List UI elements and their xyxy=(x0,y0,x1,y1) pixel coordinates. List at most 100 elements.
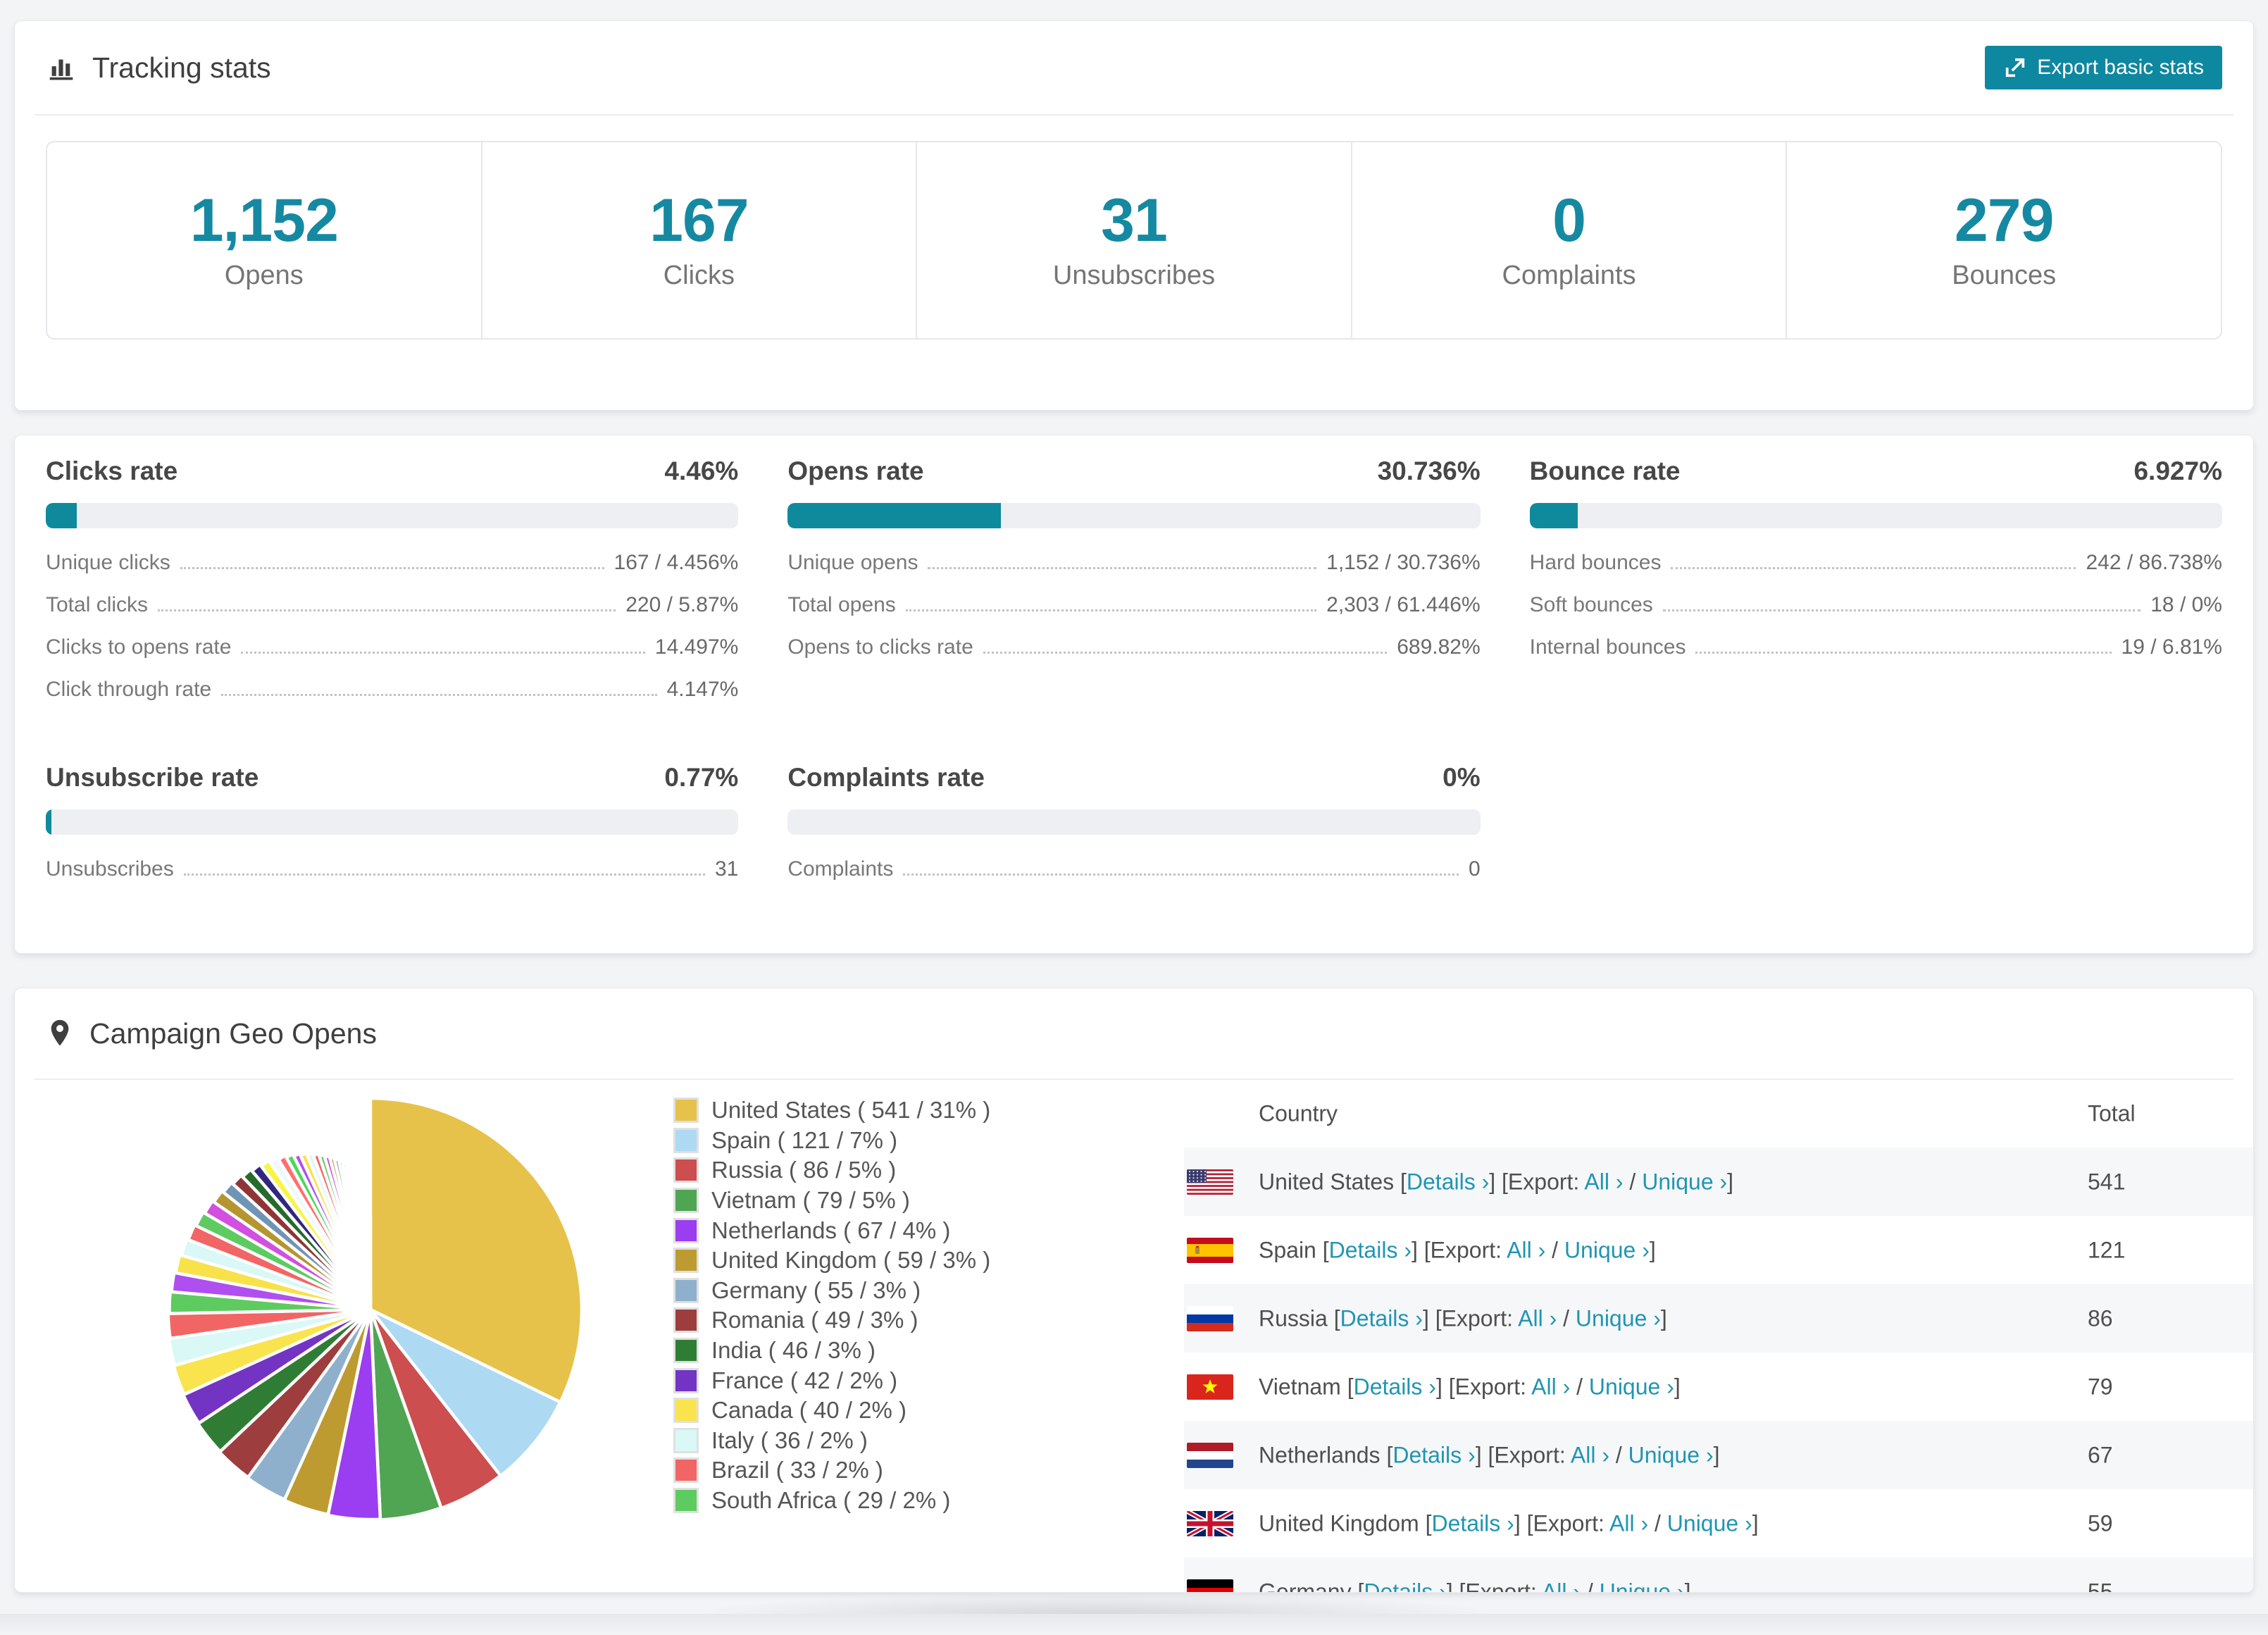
legend-item-vietnam[interactable]: Vietnam ( 79 / 5% ) xyxy=(673,1186,990,1216)
legend-color-swatch xyxy=(673,1217,699,1243)
export-unique-link[interactable]: Unique › xyxy=(1628,1442,1714,1467)
legend-item-netherlands[interactable]: Netherlands ( 67 / 4% ) xyxy=(673,1215,990,1245)
export-unique-link[interactable]: Unique › xyxy=(1589,1374,1674,1399)
legend-color-swatch xyxy=(673,1157,699,1183)
rate-title-row: Bounce rate 6.927% xyxy=(1530,456,2222,486)
details-link[interactable]: Details › xyxy=(1407,1169,1489,1194)
detail-label: Soft bounces xyxy=(1529,593,1653,616)
bar-chart-icon xyxy=(46,51,78,84)
dotted-leader xyxy=(158,609,616,611)
legend-label: Vietnam ( 79 / 5% ) xyxy=(711,1187,910,1214)
export-all-link[interactable]: All › xyxy=(1571,1442,1609,1467)
country-name: United Kingdom xyxy=(1259,1510,1419,1536)
rate-title-row: Clicks rate 4.46% xyxy=(46,456,738,486)
export-all-link[interactable]: All › xyxy=(1507,1237,1545,1262)
flag-icon-us xyxy=(1187,1169,1233,1195)
rate-title: Bounce rate xyxy=(1529,456,1681,485)
rate-rows: Hard bounces 242 / 86.738% Soft bounces 18 … xyxy=(1530,551,2222,659)
export-all-link[interactable]: All › xyxy=(1542,1579,1581,1592)
rate-rows: Unique opens 1,152 / 30.736% Total opens 2,… xyxy=(787,551,1480,659)
legend-color-swatch xyxy=(673,1127,699,1153)
total-cell: 541 xyxy=(2088,1169,2126,1194)
details-link[interactable]: Details › xyxy=(1364,1579,1446,1592)
total-cell: 79 xyxy=(2088,1374,2113,1399)
legend-item-germany[interactable]: Germany ( 55 / 3% ) xyxy=(673,1276,990,1306)
export-unique-link[interactable]: Unique › xyxy=(1667,1510,1752,1536)
rate-value: 30.736% xyxy=(1377,456,1481,485)
column-header-total: Total xyxy=(2088,1100,2136,1126)
detail-label: Internal bounces xyxy=(1529,635,1686,659)
dotted-leader xyxy=(180,567,604,569)
detail-label: Opens to clicks rate xyxy=(787,635,973,659)
export-unique-link[interactable]: Unique › xyxy=(1600,1579,1685,1592)
rate-title-row: Complaints rate 0% xyxy=(787,763,1480,792)
total-cell: 59 xyxy=(2088,1510,2113,1536)
legend-item-italy[interactable]: Italy ( 36 / 2% ) xyxy=(673,1426,990,1456)
country-name: Netherlands xyxy=(1259,1442,1381,1467)
legend-color-swatch xyxy=(673,1188,699,1214)
rates-card: Clicks rate 4.46% Unique clicks 167 / 4.456… xyxy=(14,435,2254,954)
geo-table-header: Country Total xyxy=(1184,1080,2253,1148)
detail-value: 14.497% xyxy=(654,635,739,659)
stat-label: Complaints xyxy=(1502,260,1636,290)
legend-item-romania[interactable]: Romania ( 49 / 3% ) xyxy=(673,1305,990,1336)
details-link[interactable]: Details › xyxy=(1329,1237,1412,1262)
rate-value: 4.46% xyxy=(664,456,739,485)
detail-label: Clicks to opens rate xyxy=(46,635,232,659)
table-row-es: Spain [Details ›] [Export: All › / Uniqu… xyxy=(1184,1216,2253,1284)
details-link[interactable]: Details › xyxy=(1340,1305,1423,1331)
details-link[interactable]: Details › xyxy=(1392,1442,1475,1467)
export-unique-link[interactable]: Unique › xyxy=(1576,1305,1661,1331)
export-unique-link[interactable]: Unique › xyxy=(1564,1237,1650,1262)
legend-color-swatch xyxy=(673,1098,699,1124)
export-all-link[interactable]: All › xyxy=(1531,1374,1570,1399)
export-icon xyxy=(2003,56,2027,80)
legend-label: Russia ( 86 / 5% ) xyxy=(711,1157,897,1183)
legend-item-spain[interactable]: Spain ( 121 / 7% ) xyxy=(673,1126,990,1156)
details-link[interactable]: Details › xyxy=(1354,1374,1436,1399)
legend-color-swatch xyxy=(673,1367,699,1393)
export-all-link[interactable]: All › xyxy=(1584,1169,1623,1194)
detail-row: Unsubscribes 31 xyxy=(46,857,738,881)
legend-item-united-states[interactable]: United States ( 541 / 31% ) xyxy=(673,1095,990,1126)
detail-value: 19 / 6.81% xyxy=(2121,635,2222,659)
detail-row: Unique opens 1,152 / 30.736% xyxy=(787,551,1480,574)
legend-item-south-africa[interactable]: South Africa ( 29 / 2% ) xyxy=(673,1486,990,1516)
rate-section-complaints-rate: Complaints rate 0% Complaints 0 xyxy=(787,763,1481,881)
legend-item-russia[interactable]: Russia ( 86 / 5% ) xyxy=(673,1155,990,1186)
country-cell: Germany [Details ›] [Export: All › / Uni… xyxy=(1259,1579,1691,1592)
detail-label: Unique opens xyxy=(787,551,918,574)
progress-bar-fill xyxy=(1529,503,1578,528)
column-header-country: Country xyxy=(1259,1100,1338,1126)
pie-slice[interactable] xyxy=(368,1214,373,1312)
progress-bar-fill xyxy=(46,809,51,835)
legend-label: Canada ( 40 / 2% ) xyxy=(711,1397,906,1424)
export-all-link[interactable]: All › xyxy=(1609,1510,1648,1536)
legend-label: United Kingdom ( 59 / 3% ) xyxy=(711,1247,991,1274)
legend-item-canada[interactable]: Canada ( 40 / 2% ) xyxy=(673,1395,990,1426)
legend-label: South Africa ( 29 / 2% ) xyxy=(711,1487,951,1514)
geo-title: Campaign Geo Opens xyxy=(89,1017,377,1050)
legend-color-swatch xyxy=(673,1248,699,1274)
country-cell: Vietnam [Details ›] [Export: All › / Uni… xyxy=(1259,1374,1681,1399)
stat-label: Clicks xyxy=(663,260,735,290)
dotted-leader xyxy=(903,874,1459,876)
detail-row: Unique clicks 167 / 4.456% xyxy=(46,551,738,574)
country-name: Vietnam xyxy=(1259,1374,1341,1399)
stats-summary-strip: 1,152 Opens 167 Clicks 31 Unsubscribes 0 Compla… xyxy=(46,141,2222,340)
legend-item-united-kingdom[interactable]: United Kingdom ( 59 / 3% ) xyxy=(673,1245,990,1276)
campaign-geo-opens-card: Campaign Geo Opens United States ( 541 /… xyxy=(14,988,2254,1593)
progress-bar xyxy=(1529,503,2222,528)
stat-value: 279 xyxy=(1954,186,2054,254)
detail-label: Click through rate xyxy=(46,678,212,701)
export-all-link[interactable]: All › xyxy=(1518,1305,1557,1331)
legend-item-india[interactable]: India ( 46 / 3% ) xyxy=(673,1336,990,1366)
export-basic-stats-button[interactable]: Export basic stats xyxy=(1985,46,2222,89)
legend-label: India ( 46 / 3% ) xyxy=(711,1337,876,1364)
detail-value: 1,152 / 30.736% xyxy=(1326,551,1481,574)
legend-item-brazil[interactable]: Brazil ( 33 / 2% ) xyxy=(673,1455,990,1486)
legend-item-france[interactable]: France ( 42 / 2% ) xyxy=(673,1365,990,1395)
progress-bar-fill xyxy=(46,503,77,528)
export-unique-link[interactable]: Unique › xyxy=(1642,1169,1727,1194)
details-link[interactable]: Details › xyxy=(1431,1510,1514,1536)
